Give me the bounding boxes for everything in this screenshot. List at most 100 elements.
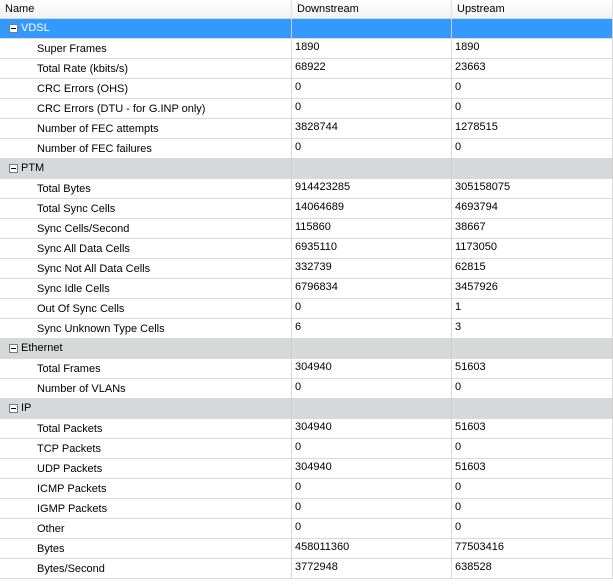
- table-row[interactable]: Number of FEC attempts 3828744 1278515: [0, 119, 613, 139]
- table-row[interactable]: Total Bytes 914423285 305158075: [0, 179, 613, 199]
- upstream-value: 0: [452, 379, 613, 398]
- stat-name: Number of FEC attempts: [0, 119, 292, 138]
- table-row[interactable]: TCP Packets 0 0: [0, 439, 613, 459]
- group-upstream-cell: [452, 159, 613, 178]
- stat-name: Out Of Sync Cells: [0, 299, 292, 318]
- stat-name: Number of VLANs: [0, 379, 292, 398]
- collapse-minus-icon[interactable]: [9, 404, 18, 413]
- downstream-value: 0: [292, 99, 452, 118]
- stat-name: Total Sync Cells: [0, 199, 292, 218]
- table-row[interactable]: Sync Unknown Type Cells 6 3: [0, 319, 613, 339]
- table-row[interactable]: Sync All Data Cells 6935110 1173050: [0, 239, 613, 259]
- table-row[interactable]: Total Frames 304940 51603: [0, 359, 613, 379]
- group-upstream-cell: [452, 339, 613, 358]
- downstream-value: 3828744: [292, 119, 452, 138]
- group-row-vdsl[interactable]: VDSL: [0, 19, 613, 39]
- upstream-value: 3457926: [452, 279, 613, 298]
- upstream-value: 51603: [452, 419, 613, 438]
- upstream-value: 0: [452, 479, 613, 498]
- column-header-upstream[interactable]: Upstream: [452, 0, 613, 19]
- downstream-value: 115860: [292, 219, 452, 238]
- stat-name: Bytes/Second: [0, 559, 292, 578]
- table-row[interactable]: Total Packets 304940 51603: [0, 419, 613, 439]
- collapse-minus-icon[interactable]: [9, 344, 18, 353]
- table-row[interactable]: Sync Cells/Second 115860 38667: [0, 219, 613, 239]
- upstream-value: 51603: [452, 459, 613, 478]
- column-header-name[interactable]: Name: [0, 0, 292, 19]
- upstream-value: 0: [452, 519, 613, 538]
- upstream-value: 1278515: [452, 119, 613, 138]
- downstream-value: 0: [292, 499, 452, 518]
- downstream-value: 3772948: [292, 559, 452, 578]
- group-downstream-cell: [292, 339, 452, 358]
- table-row[interactable]: Number of FEC failures 0 0: [0, 139, 613, 159]
- downstream-value: 0: [292, 439, 452, 458]
- downstream-value: 68922: [292, 59, 452, 78]
- downstream-value: 14064689: [292, 199, 452, 218]
- table-row[interactable]: CRC Errors (OHS) 0 0: [0, 79, 613, 99]
- table-row[interactable]: Number of VLANs 0 0: [0, 379, 613, 399]
- upstream-value: 62815: [452, 259, 613, 278]
- stat-name: Total Bytes: [0, 179, 292, 198]
- column-header-row: Name Downstream Upstream: [0, 0, 613, 19]
- table-row[interactable]: Sync Not All Data Cells 332739 62815: [0, 259, 613, 279]
- stat-name: Sync Unknown Type Cells: [0, 319, 292, 338]
- stat-name: Bytes: [0, 539, 292, 558]
- upstream-value: 638528: [452, 559, 613, 578]
- collapse-minus-icon[interactable]: [9, 164, 18, 173]
- stat-name: Super Frames: [0, 39, 292, 58]
- group-row-ethernet[interactable]: Ethernet: [0, 339, 613, 359]
- table-row[interactable]: Other 0 0: [0, 519, 613, 539]
- group-name-cell[interactable]: IP: [0, 399, 292, 418]
- table-row[interactable]: Total Rate (kbits/s) 68922 23663: [0, 59, 613, 79]
- upstream-value: 1173050: [452, 239, 613, 258]
- stat-name: ICMP Packets: [0, 479, 292, 498]
- downstream-value: 0: [292, 379, 452, 398]
- grid-body: VDSL Super Frames 1890 1890 Total Rate (kbit…: [0, 19, 613, 579]
- upstream-value: 77503416: [452, 539, 613, 558]
- stats-tree-grid[interactable]: Name Downstream Upstream VDSL Super Frame…: [0, 0, 613, 588]
- group-upstream-cell: [452, 399, 613, 418]
- table-row[interactable]: IGMP Packets 0 0: [0, 499, 613, 519]
- downstream-value: 332739: [292, 259, 452, 278]
- downstream-value: 0: [292, 479, 452, 498]
- stat-name: Other: [0, 519, 292, 538]
- table-row[interactable]: Total Sync Cells 14064689 4693794: [0, 199, 613, 219]
- downstream-value: 914423285: [292, 179, 452, 198]
- upstream-value: 0: [452, 139, 613, 158]
- table-row[interactable]: Super Frames 1890 1890: [0, 39, 613, 59]
- group-label: IP: [21, 402, 32, 414]
- stat-name: UDP Packets: [0, 459, 292, 478]
- table-row[interactable]: Sync Idle Cells 6796834 3457926: [0, 279, 613, 299]
- downstream-value: 6935110: [292, 239, 452, 258]
- downstream-value: 6796834: [292, 279, 452, 298]
- stat-name: Sync Cells/Second: [0, 219, 292, 238]
- group-label: PTM: [21, 162, 45, 174]
- downstream-value: 1890: [292, 39, 452, 58]
- group-row-ip[interactable]: IP: [0, 399, 613, 419]
- stat-name: Sync All Data Cells: [0, 239, 292, 258]
- upstream-value: 0: [452, 499, 613, 518]
- upstream-value: 1: [452, 299, 613, 318]
- group-name-cell[interactable]: Ethernet: [0, 339, 292, 358]
- table-row[interactable]: Bytes 458011360 77503416: [0, 539, 613, 559]
- group-row-ptm[interactable]: PTM: [0, 159, 613, 179]
- group-downstream-cell: [292, 19, 452, 38]
- group-label: VDSL: [21, 22, 50, 34]
- table-row[interactable]: CRC Errors (DTU - for G.INP only) 0 0: [0, 99, 613, 119]
- group-name-cell[interactable]: VDSL: [0, 19, 292, 38]
- stat-name: Number of FEC failures: [0, 139, 292, 158]
- table-row[interactable]: ICMP Packets 0 0: [0, 479, 613, 499]
- stat-name: Total Packets: [0, 419, 292, 438]
- downstream-value: 304940: [292, 459, 452, 478]
- group-downstream-cell: [292, 159, 452, 178]
- stat-name: CRC Errors (OHS): [0, 79, 292, 98]
- group-name-cell[interactable]: PTM: [0, 159, 292, 178]
- table-row[interactable]: Bytes/Second 3772948 638528: [0, 559, 613, 579]
- table-row[interactable]: Out Of Sync Cells 0 1: [0, 299, 613, 319]
- collapse-minus-icon[interactable]: [9, 24, 18, 33]
- column-header-downstream[interactable]: Downstream: [292, 0, 452, 19]
- table-row[interactable]: UDP Packets 304940 51603: [0, 459, 613, 479]
- downstream-value: 0: [292, 79, 452, 98]
- upstream-value: 305158075: [452, 179, 613, 198]
